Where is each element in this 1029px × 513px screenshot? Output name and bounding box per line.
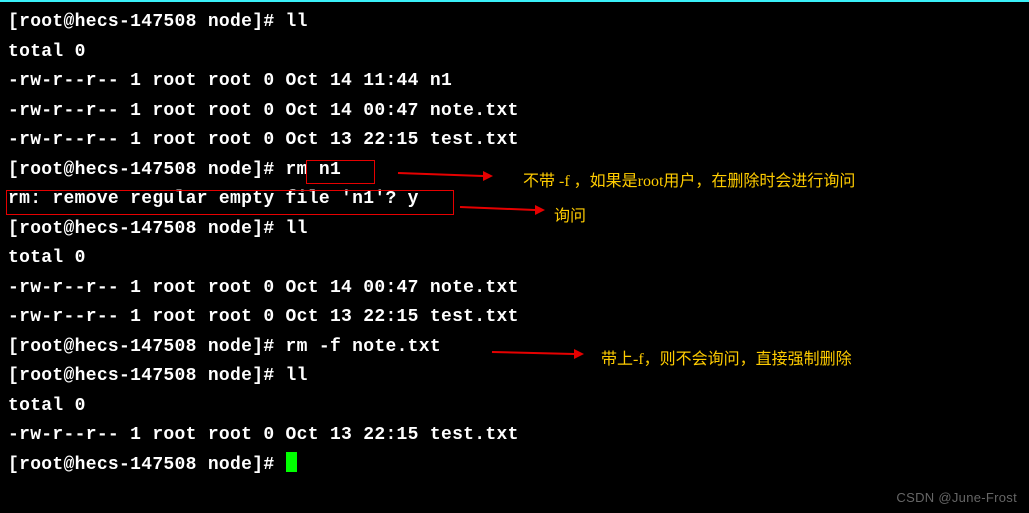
- command-ll: ll: [286, 12, 308, 32]
- command-rm-f: rm -f note.txt: [286, 337, 441, 357]
- command-ll: ll: [286, 219, 308, 239]
- arrow-icon: [398, 165, 498, 191]
- annotation-ask: 询问: [554, 202, 586, 226]
- annotation-no-f: 不带 -f ，如果是root用户，在删除时会进行询问: [523, 167, 855, 191]
- terminal[interactable]: [root@hecs-147508 node]# ll total 0 -rw-…: [0, 2, 1029, 486]
- output-file-row: -rw-r--r-- 1 root root 0 Oct 14 11:44 n1: [8, 67, 1021, 97]
- command-rm: rm n1: [286, 160, 342, 180]
- output-total: total 0: [8, 392, 1021, 422]
- annotation-with-f: 带上-f，则不会询问，直接强制删除: [601, 345, 852, 369]
- prompt: [root@hecs-147508 node]#: [8, 12, 286, 32]
- output-total: total 0: [8, 38, 1021, 68]
- prompt: [root@hecs-147508 node]#: [8, 337, 286, 357]
- command-ll: ll: [286, 366, 308, 386]
- output-file-row: -rw-r--r-- 1 root root 0 Oct 13 22:15 te…: [8, 126, 1021, 156]
- output-file-row: -rw-r--r-- 1 root root 0 Oct 14 00:47 no…: [8, 97, 1021, 127]
- cursor: [286, 452, 297, 472]
- output-file-row: -rw-r--r-- 1 root root 0 Oct 13 22:15 te…: [8, 421, 1021, 451]
- prompt: [root@hecs-147508 node]#: [8, 366, 286, 386]
- prompt: [root@hecs-147508 node]#: [8, 160, 286, 180]
- watermark-text: CSDN @June-Frost: [896, 490, 1017, 505]
- output-file-row: -rw-r--r-- 1 root root 0 Oct 13 22:15 te…: [8, 303, 1021, 333]
- prompt-line: [root@hecs-147508 node]# ll: [8, 8, 1021, 38]
- output-file-row: -rw-r--r-- 1 root root 0 Oct 14 00:47 no…: [8, 274, 1021, 304]
- prompt-line: [root@hecs-147508 node]#: [8, 451, 1021, 481]
- output-total: total 0: [8, 244, 1021, 274]
- arrow-icon: [492, 345, 592, 369]
- arrow-icon: [460, 201, 550, 227]
- prompt: [root@hecs-147508 node]#: [8, 455, 286, 475]
- prompt-line: [root@hecs-147508 node]# rm n1: [8, 156, 1021, 186]
- prompt: [root@hecs-147508 node]#: [8, 219, 286, 239]
